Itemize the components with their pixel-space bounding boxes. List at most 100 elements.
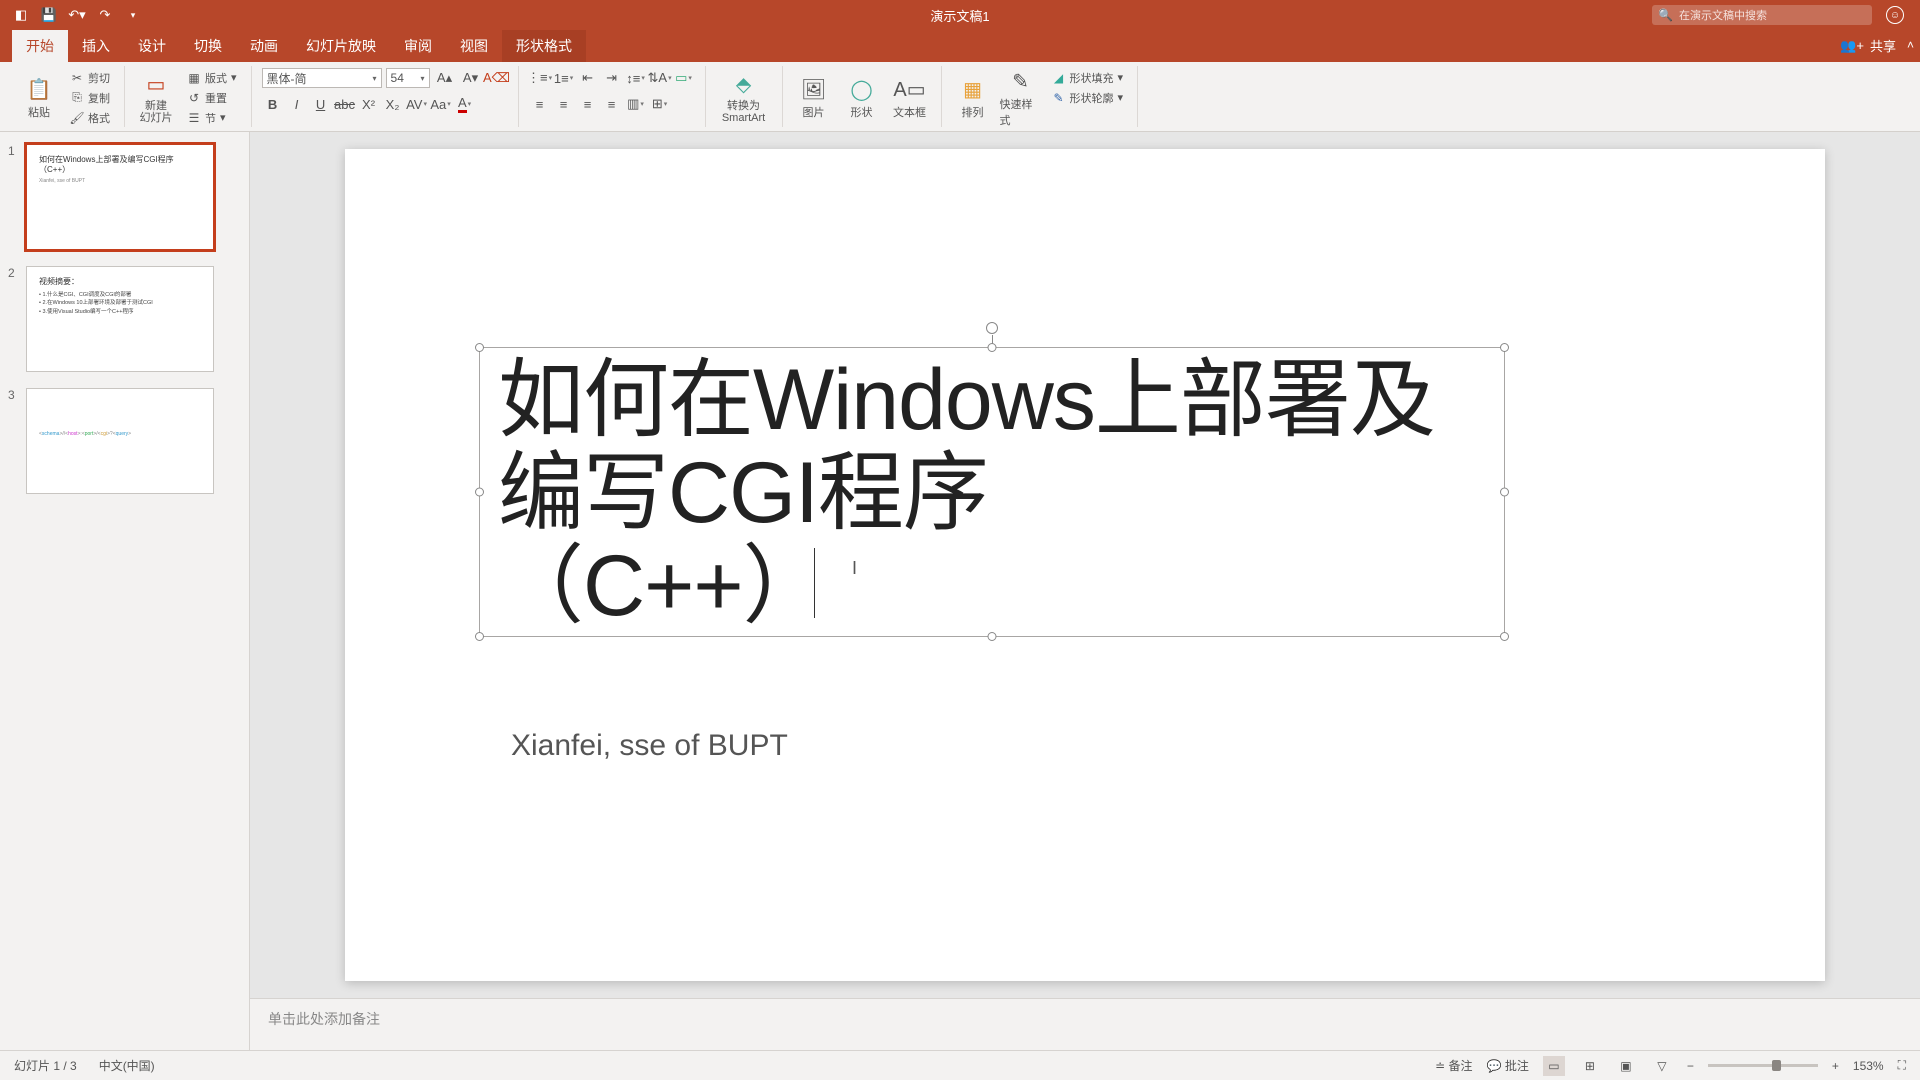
resize-handle[interactable] <box>475 632 484 641</box>
font-family-combo[interactable]: 黑体-简▾ <box>262 68 382 88</box>
title-text[interactable]: 如何在Windows上部署及 编写CGI程序 （C++） <box>480 348 1504 639</box>
tab-slideshow[interactable]: 幻灯片放映 <box>292 30 390 62</box>
format-painter-button[interactable]: 🖌格式 <box>66 108 114 127</box>
zoom-out-button[interactable]: − <box>1687 1059 1694 1073</box>
zoom-slider[interactable] <box>1708 1064 1818 1067</box>
shape-outline-button[interactable]: ✎形状轮廓 ▾ <box>1048 88 1128 107</box>
slide-thumbnail-1[interactable]: 如何在Windows上部署及编写CGI程序 （C++） Xianfei, sse… <box>26 144 214 250</box>
copy-button[interactable]: ⎘复制 <box>66 88 114 107</box>
indent-button[interactable]: ⇥ <box>601 68 623 88</box>
underline-button[interactable]: U <box>310 94 332 114</box>
italic-button[interactable]: I <box>286 94 308 114</box>
font-color-button[interactable]: A <box>454 94 476 114</box>
autosave-icon[interactable]: ◧ <box>12 6 30 24</box>
tab-transitions[interactable]: 切换 <box>180 30 236 62</box>
section-button[interactable]: ☰节 ▾ <box>183 108 241 127</box>
reading-view-button[interactable]: ▣ <box>1615 1056 1637 1076</box>
convert-list-button[interactable]: ⊞ <box>649 94 671 114</box>
change-case-button[interactable]: Aa <box>430 94 452 114</box>
canvas-area[interactable]: 如何在Windows上部署及 编写CGI程序 （C++） I Xianfei, … <box>250 132 1920 998</box>
resize-handle[interactable] <box>475 343 484 352</box>
resize-handle[interactable] <box>1500 488 1509 497</box>
outdent-button[interactable]: ⇤ <box>577 68 599 88</box>
normal-view-button[interactable]: ▭ <box>1543 1056 1565 1076</box>
clipboard-icon: 📋 <box>26 76 52 102</box>
subscript-button[interactable]: X₂ <box>382 94 404 114</box>
share-button[interactable]: 👥+ 共享 <box>1840 36 1896 55</box>
resize-handle[interactable] <box>988 632 997 641</box>
title-line-1: 如何在Windows上部署及 <box>498 354 1486 447</box>
undo-icon[interactable]: ↶▾ <box>68 6 86 24</box>
notes-placeholder: 单击此处添加备注 <box>268 1011 380 1027</box>
bullets-button[interactable]: ⋮≡ <box>529 68 551 88</box>
bold-button[interactable]: B <box>262 94 284 114</box>
line-spacing-button[interactable]: ↕≡ <box>625 68 647 88</box>
slide-thumbnails-panel[interactable]: 1 如何在Windows上部署及编写CGI程序 （C++） Xianfei, s… <box>0 132 250 1050</box>
slide-canvas[interactable]: 如何在Windows上部署及 编写CGI程序 （C++） I Xianfei, … <box>345 149 1825 981</box>
fit-to-window-button[interactable]: ⛶ <box>1898 1058 1906 1073</box>
redo-icon[interactable]: ↷ <box>96 6 114 24</box>
slide-thumbnail-3[interactable]: <schema>//<host>:<port>/<cgi>?<query> <box>26 388 214 494</box>
clear-format-button[interactable]: A⌫ <box>486 68 508 88</box>
paste-button[interactable]: 📋 粘贴 <box>18 68 60 128</box>
numbering-button[interactable]: 1≡ <box>553 68 575 88</box>
font-size-combo[interactable]: 54▾ <box>386 68 430 88</box>
language-indicator[interactable]: 中文(中国) <box>99 1057 155 1074</box>
tab-review[interactable]: 审阅 <box>390 30 446 62</box>
title-textbox[interactable]: 如何在Windows上部署及 编写CGI程序 （C++） I <box>479 347 1505 637</box>
tab-shape-format[interactable]: 形状格式 <box>502 30 586 62</box>
convert-smartart-button[interactable]: ⬘ 转换为 SmartArt <box>716 68 772 128</box>
tab-design[interactable]: 设计 <box>124 30 180 62</box>
superscript-button[interactable]: X² <box>358 94 380 114</box>
feedback-icon[interactable]: ☺ <box>1886 6 1904 24</box>
zoom-knob[interactable] <box>1772 1060 1781 1071</box>
slide-counter[interactable]: 幻灯片 1 / 3 <box>14 1057 77 1074</box>
shape-fill-button[interactable]: ◢形状填充 ▾ <box>1048 68 1128 87</box>
align-text-button[interactable]: ▭ <box>673 68 695 88</box>
decrease-font-button[interactable]: A▾ <box>460 68 482 88</box>
comments-toggle[interactable]: 💬 批注 <box>1487 1057 1529 1074</box>
reset-button[interactable]: ↺重置 <box>183 88 241 107</box>
increase-font-button[interactable]: A▴ <box>434 68 456 88</box>
qat-more-icon[interactable]: ▾ <box>124 6 142 24</box>
resize-handle[interactable] <box>988 343 997 352</box>
resize-handle[interactable] <box>1500 343 1509 352</box>
brush-icon: 🖌 <box>70 111 84 125</box>
shapes-icon: ◯ <box>849 76 875 102</box>
picture-button[interactable]: 🖼图片 <box>793 68 835 128</box>
justify-button[interactable]: ≡ <box>601 94 623 114</box>
resize-handle[interactable] <box>475 488 484 497</box>
align-left-button[interactable]: ≡ <box>529 94 551 114</box>
align-right-button[interactable]: ≡ <box>577 94 599 114</box>
search-input[interactable]: 🔍 在演示文稿中搜索 <box>1652 5 1872 25</box>
zoom-in-button[interactable]: + <box>1832 1059 1839 1073</box>
notes-pane[interactable]: 单击此处添加备注 <box>250 998 1920 1050</box>
tab-view[interactable]: 视图 <box>446 30 502 62</box>
subtitle-text[interactable]: Xianfei, sse of BUPT <box>511 729 788 763</box>
save-icon[interactable]: 💾 <box>40 6 58 24</box>
layout-button[interactable]: ▦版式 ▾ <box>183 68 241 87</box>
tab-insert[interactable]: 插入 <box>68 30 124 62</box>
quickstyles-button[interactable]: ✎快速样式 <box>1000 68 1042 128</box>
char-spacing-button[interactable]: AV <box>406 94 428 114</box>
rotate-handle[interactable] <box>986 322 998 334</box>
slide-thumbnail-2[interactable]: 视频摘要： • 1.什么是CGI、CGI调度及CGI的部署 • 2.在Windo… <box>26 266 214 372</box>
notes-toggle[interactable]: ≐ 备注 <box>1435 1057 1472 1074</box>
collapse-ribbon-icon[interactable]: ˄ <box>1907 38 1914 52</box>
align-center-button[interactable]: ≡ <box>553 94 575 114</box>
quickstyles-icon: ✎ <box>1008 68 1034 94</box>
shapes-button[interactable]: ◯形状 <box>841 68 883 128</box>
sorter-view-button[interactable]: ⊞ <box>1579 1056 1601 1076</box>
cut-button[interactable]: ✂剪切 <box>66 68 114 87</box>
strikethrough-button[interactable]: abc <box>334 94 356 114</box>
slideshow-view-button[interactable]: ▽ <box>1651 1056 1673 1076</box>
columns-button[interactable]: ▥ <box>625 94 647 114</box>
tab-animations[interactable]: 动画 <box>236 30 292 62</box>
new-slide-button[interactable]: ▭ 新建 幻灯片 <box>135 68 177 128</box>
textbox-button[interactable]: A▭文本框 <box>889 68 931 128</box>
zoom-level[interactable]: 153% <box>1853 1059 1884 1073</box>
text-direction-button[interactable]: ⇅A <box>649 68 671 88</box>
resize-handle[interactable] <box>1500 632 1509 641</box>
tab-home[interactable]: 开始 <box>12 30 68 62</box>
arrange-button[interactable]: ▦排列 <box>952 68 994 128</box>
